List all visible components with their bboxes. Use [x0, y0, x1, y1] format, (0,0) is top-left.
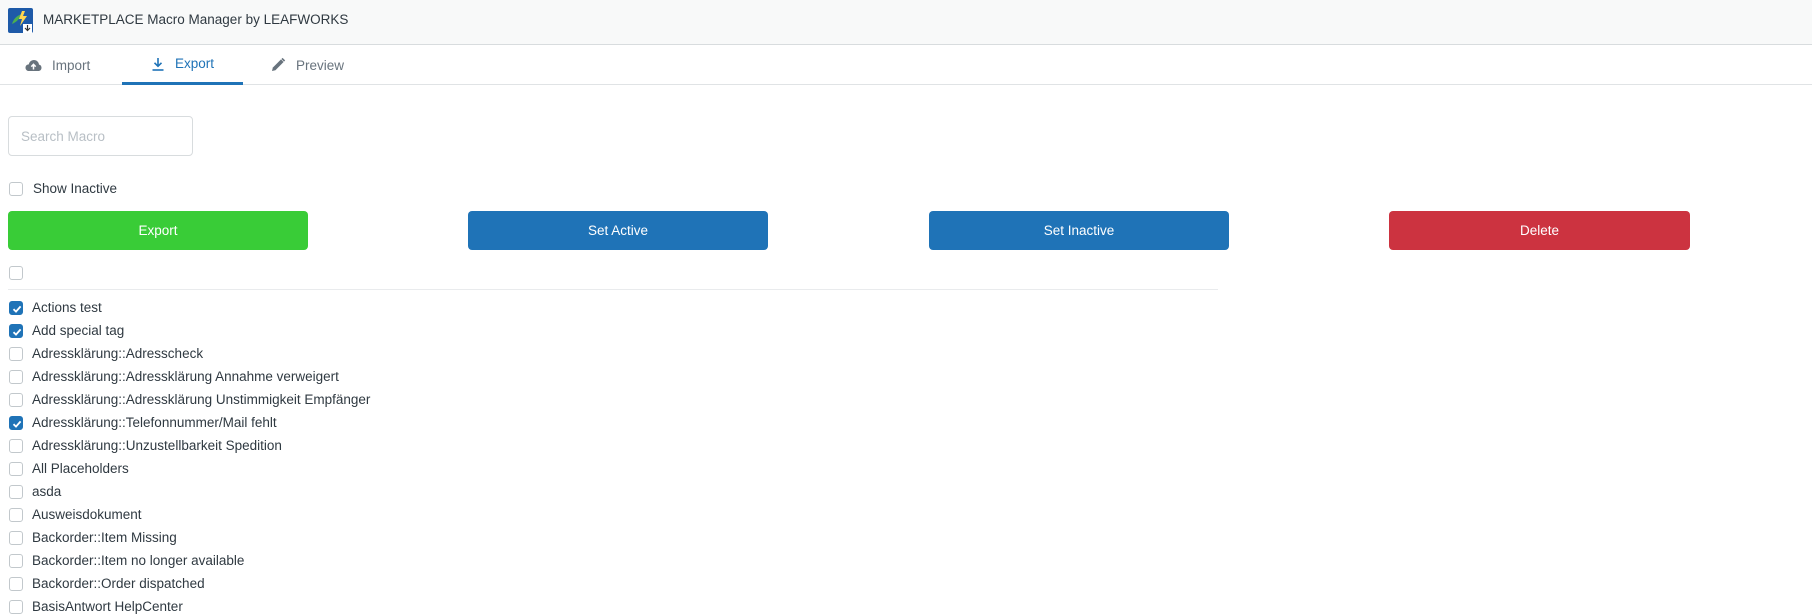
macro-checkbox[interactable]	[9, 485, 23, 499]
download-icon	[152, 57, 164, 71]
set-inactive-button[interactable]: Set Inactive	[929, 211, 1229, 250]
check-icon	[12, 305, 22, 313]
macro-checkbox[interactable]	[9, 393, 23, 407]
macro-checkbox[interactable]	[9, 508, 23, 522]
tab-import-label: Import	[52, 57, 91, 73]
macro-checkbox[interactable]	[9, 301, 23, 315]
macro-label[interactable]: Ausweisdokument	[32, 507, 142, 522]
macro-label[interactable]: Adressklärung::Unzustellbarkeit Speditio…	[32, 438, 282, 453]
tab-export[interactable]: Export	[122, 45, 243, 85]
macro-checkbox[interactable]	[9, 324, 23, 338]
app-title: MARKETPLACE Macro Manager by LEAFWORKS	[43, 12, 349, 27]
macro-label[interactable]: Actions test	[32, 300, 102, 315]
select-all-checkbox[interactable]	[9, 266, 23, 280]
macro-label[interactable]: All Placeholders	[32, 461, 129, 476]
tab-preview[interactable]: Preview	[270, 45, 370, 85]
macro-checkbox[interactable]	[9, 577, 23, 591]
macro-checkbox[interactable]	[9, 462, 23, 476]
check-icon	[12, 420, 22, 428]
macro-label[interactable]: asda	[32, 484, 61, 499]
search-input[interactable]	[8, 116, 193, 156]
macro-label[interactable]: Adressklärung::Adressklärung Annahme ver…	[32, 369, 339, 384]
leafworks-logo-icon	[8, 8, 33, 33]
tab-preview-label: Preview	[296, 57, 345, 73]
macro-checkbox[interactable]	[9, 600, 23, 614]
macro-checkbox[interactable]	[9, 439, 23, 453]
macro-checkbox[interactable]	[9, 347, 23, 361]
set-active-button[interactable]: Set Active	[468, 211, 768, 250]
list-divider	[8, 289, 1218, 290]
tab-import[interactable]: Import	[25, 45, 110, 85]
macro-checkbox[interactable]	[9, 370, 23, 384]
show-inactive-checkbox[interactable]	[9, 182, 23, 196]
macro-checkbox[interactable]	[9, 416, 23, 430]
macro-checkbox[interactable]	[9, 554, 23, 568]
macro-label[interactable]: Adressklärung::Adressklärung Unstimmigke…	[32, 392, 370, 407]
tab-export-label: Export	[175, 56, 215, 71]
pencil-icon	[272, 57, 286, 71]
macro-checkbox[interactable]	[9, 531, 23, 545]
macro-label[interactable]: Backorder::Item no longer available	[32, 553, 244, 568]
delete-button[interactable]: Delete	[1389, 211, 1690, 250]
macro-label[interactable]: Adressklärung::Adresscheck	[32, 346, 203, 361]
macro-label[interactable]: BasisAntwort HelpCenter	[32, 599, 183, 614]
export-button[interactable]: Export	[8, 211, 308, 250]
macro-label[interactable]: Adressklärung::Telefonnummer/Mail fehlt	[32, 415, 277, 430]
macro-label[interactable]: Backorder::Item Missing	[32, 530, 177, 545]
app-header: MARKETPLACE Macro Manager by LEAFWORKS	[0, 0, 1812, 45]
check-icon	[12, 328, 22, 336]
macro-label[interactable]: Add special tag	[32, 323, 124, 338]
cloud-upload-icon	[25, 59, 42, 71]
tab-bar: Import Export Preview	[0, 45, 1812, 85]
macro-label[interactable]: Backorder::Order dispatched	[32, 576, 205, 591]
show-inactive-label: Show Inactive	[33, 181, 118, 196]
